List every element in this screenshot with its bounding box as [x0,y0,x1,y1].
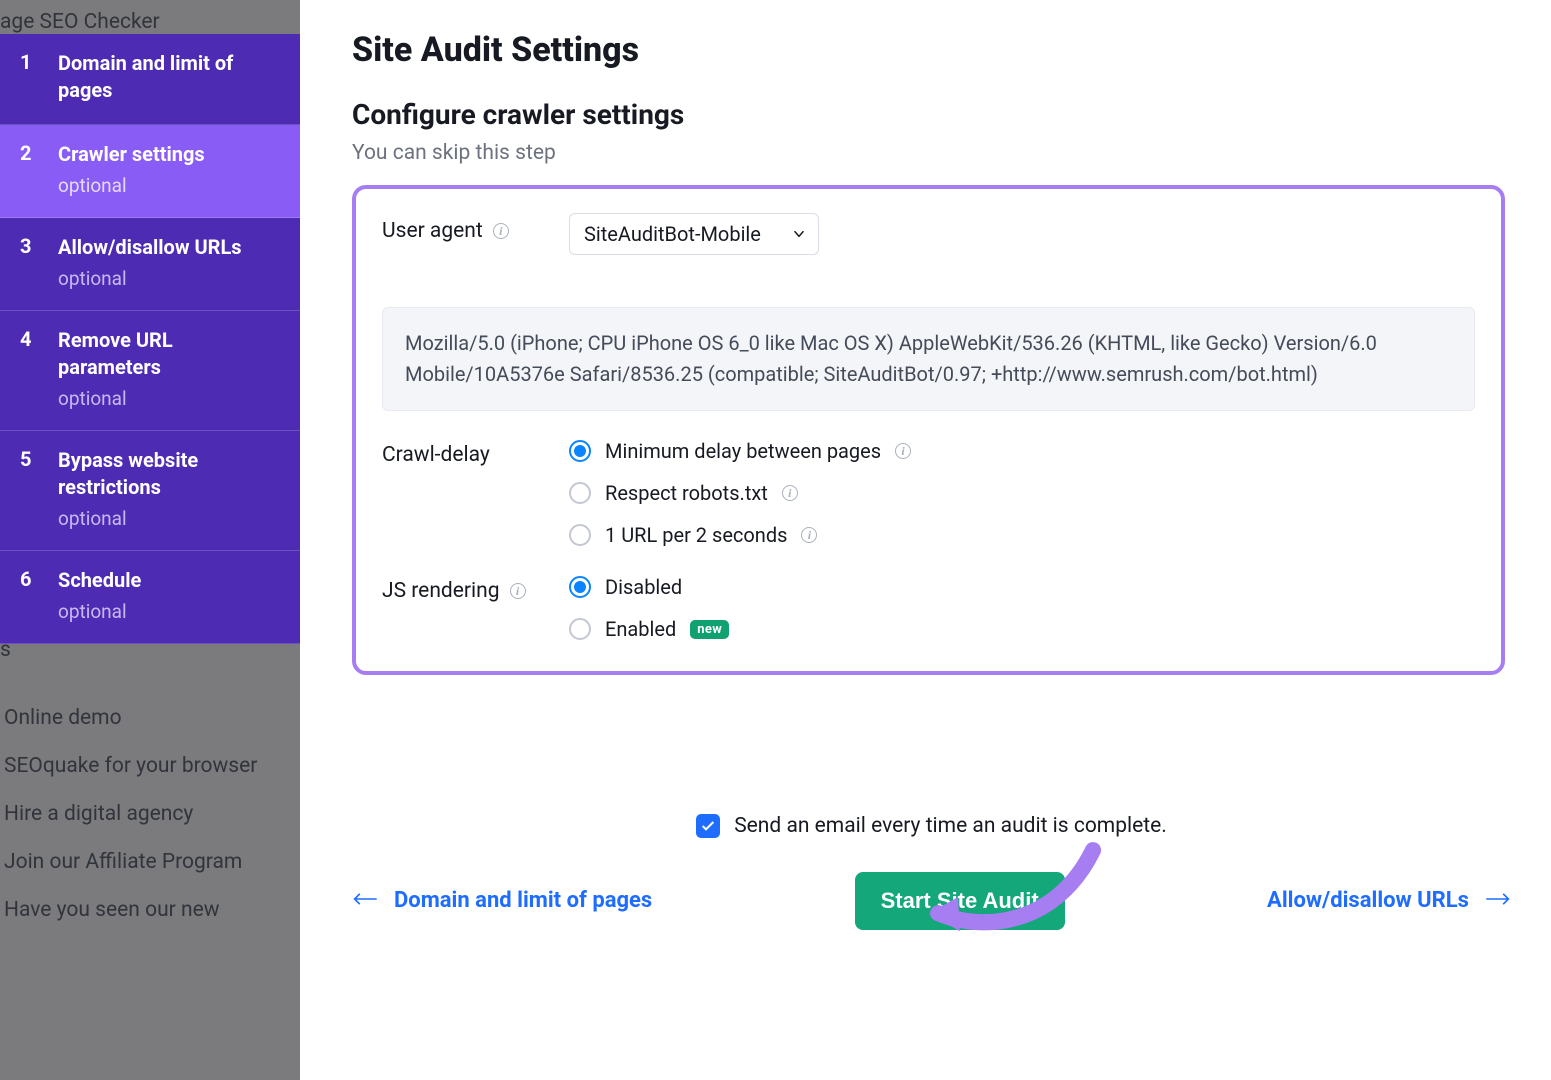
user-agent-row: User agent i SiteAuditBot-Mobile Mozilla… [382,213,1475,411]
info-icon[interactable]: i [782,485,798,501]
info-icon[interactable]: i [801,527,817,543]
bg-nav-top: age SEO Checker [0,10,160,34]
user-agent-string: Mozilla/5.0 (iPhone; CPU iPhone OS 6_0 l… [382,307,1475,411]
next-step-label: Allow/disallow URLs [1267,886,1469,916]
crawl-delay-options: Minimum delay between pages i Respect ro… [569,437,911,547]
step-optional: optional [58,267,242,290]
bg-link-0: Online demo [4,706,122,730]
page-title: Site Audit Settings [352,30,1505,70]
step-number: 1 [20,50,38,104]
info-icon[interactable]: i [895,443,911,459]
step-4-remove-params[interactable]: 4 Remove URL parameters optional [0,311,300,431]
wizard-footer: Send an email every time an audit is com… [352,814,1511,930]
settings-steps-sidebar: 1 Domain and limit of pages 2 Crawler se… [0,34,300,644]
section-title: Configure crawler settings [352,98,1505,131]
js-rendering-row: JS rendering i Disabled Enabled new [382,573,1475,641]
arrow-left-icon [352,889,378,914]
crawl-delay-opt-1per2[interactable]: 1 URL per 2 seconds i [569,523,911,547]
step-number: 5 [20,447,38,530]
step-optional: optional [58,507,280,530]
step-number: 2 [20,141,38,197]
next-step-link[interactable]: Allow/disallow URLs [1267,886,1511,916]
user-agent-label: User agent i [382,213,537,243]
step-1-domain[interactable]: 1 Domain and limit of pages [0,34,300,125]
step-number: 3 [20,234,38,290]
bg-link-4: Have you seen our new [4,898,220,922]
step-title: Remove URL parameters [58,327,280,381]
js-rendering-opt-disabled[interactable]: Disabled [569,575,729,599]
user-agent-select[interactable]: SiteAuditBot-Mobile [569,213,819,255]
step-title: Bypass website restrictions [58,447,280,501]
section-subtitle: You can skip this step [352,141,1505,165]
arrow-right-icon [1485,889,1511,914]
step-optional: optional [58,387,280,410]
step-title: Domain and limit of pages [58,50,280,104]
step-3-allow-disallow[interactable]: 3 Allow/disallow URLs optional [0,218,300,311]
js-rendering-opt-enabled[interactable]: Enabled new [569,617,729,641]
new-badge: new [690,620,729,639]
step-optional: optional [58,600,141,623]
prev-step-label: Domain and limit of pages [394,886,652,916]
radio-icon [569,482,591,504]
step-number: 6 [20,567,38,623]
crawl-delay-opt-min[interactable]: Minimum delay between pages i [569,439,911,463]
email-checkbox-label: Send an email every time an audit is com… [734,814,1167,838]
step-2-crawler[interactable]: 2 Crawler settings optional [0,125,300,218]
info-icon[interactable]: i [493,223,509,239]
crawl-delay-label: Crawl-delay [382,437,537,467]
step-title: Crawler settings [58,141,205,168]
crawler-settings-box: User agent i SiteAuditBot-Mobile Mozilla… [352,185,1505,675]
js-rendering-label: JS rendering i [382,573,537,603]
step-6-schedule[interactable]: 6 Schedule optional [0,551,300,644]
user-agent-selected: SiteAuditBot-Mobile [584,222,761,246]
crawl-delay-row: Crawl-delay Minimum delay between pages … [382,437,1475,547]
step-optional: optional [58,174,205,197]
radio-icon [569,440,591,462]
radio-icon [569,618,591,640]
checkbox-checked-icon [696,814,720,838]
email-on-complete[interactable]: Send an email every time an audit is com… [352,814,1511,838]
step-title: Schedule [58,567,141,594]
bg-link-1: SEOquake for your browser [4,754,257,778]
start-site-audit-button[interactable]: Start Site Audit [855,872,1065,930]
bg-link-3: Join our Affiliate Program [4,850,242,874]
radio-icon [569,576,591,598]
step-number: 4 [20,327,38,410]
bg-link-2: Hire a digital agency [4,802,193,826]
prev-step-link[interactable]: Domain and limit of pages [352,886,652,916]
chevron-down-icon [792,222,806,246]
crawl-delay-opt-robots[interactable]: Respect robots.txt i [569,481,911,505]
js-rendering-options: Disabled Enabled new [569,573,729,641]
step-5-bypass[interactable]: 5 Bypass website restrictions optional [0,431,300,551]
wizard-nav-row: Domain and limit of pages Start Site Aud… [352,872,1511,930]
info-icon[interactable]: i [510,583,526,599]
radio-icon [569,524,591,546]
step-title: Allow/disallow URLs [58,234,242,261]
